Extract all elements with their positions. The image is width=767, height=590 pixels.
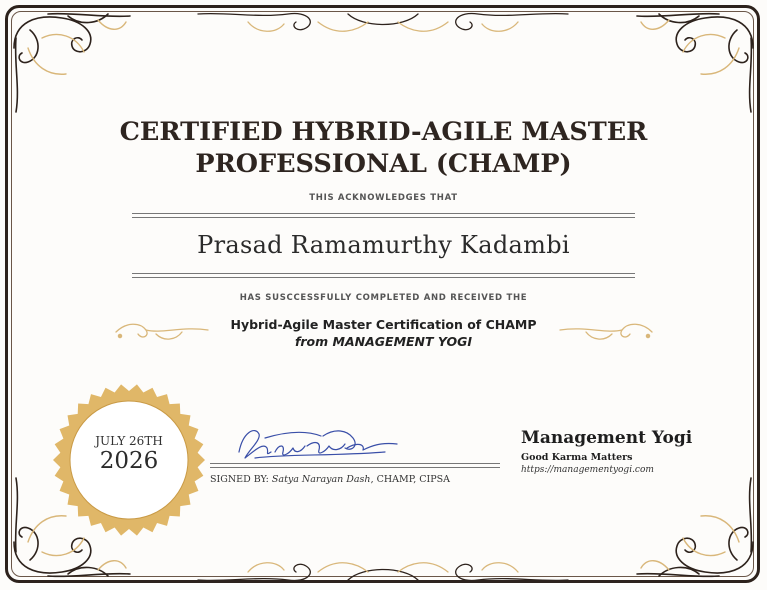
bottom-center-flourish <box>197 562 569 582</box>
name-rule-top-2 <box>132 217 635 218</box>
recipient-name: Prasad Ramamurthy Kadambi <box>197 231 570 259</box>
certificate-page: CERTIFIED HYBRID-AGILE MASTER PROFESSION… <box>0 0 767 590</box>
acknowledges-text: THIS ACKNOWLEDGES THAT <box>309 193 458 203</box>
organization-tagline: Good Karma Matters <box>521 452 633 463</box>
signed-by-label: SIGNED BY: <box>210 474 269 485</box>
corner-flourish-top-left <box>13 12 131 113</box>
signature-line <box>210 463 500 464</box>
top-center-flourish <box>197 12 569 32</box>
name-rule-bottom-2 <box>132 277 635 278</box>
issuer-line: from MANAGEMENT YOGI <box>294 334 473 349</box>
signer-credentials: , CHAMP, CIPSA <box>370 474 451 485</box>
completed-text: HAS SUSCCESSFULLY COMPLETED AND RECEIVED… <box>239 293 528 303</box>
signed-by-text: SIGNED BY: Satya Narayan Dash, CHAMP, CI… <box>210 474 450 485</box>
name-rule-top <box>132 213 635 214</box>
seal-year: 2026 <box>99 448 159 474</box>
organization-name: Management Yogi <box>521 428 693 448</box>
signature-scribble <box>238 430 398 459</box>
corner-flourish-top-right <box>636 12 754 113</box>
organization-url[interactable]: https://managementyogi.com <box>521 465 654 475</box>
seal-date: JULY 26TH <box>95 434 163 448</box>
certificate-title-line-2: PROFESSIONAL (CHAMP) <box>195 149 572 179</box>
corner-flourish-bottom-right <box>636 477 754 578</box>
certificate-title-line-1: CERTIFIED HYBRID-AGILE MASTER <box>119 117 648 147</box>
signer-name: Satya Narayan Dash <box>271 474 371 485</box>
signature-line-2 <box>210 467 500 468</box>
name-rule-bottom <box>132 273 635 274</box>
course-name: Hybrid-Agile Master Certification of CHA… <box>230 317 537 332</box>
